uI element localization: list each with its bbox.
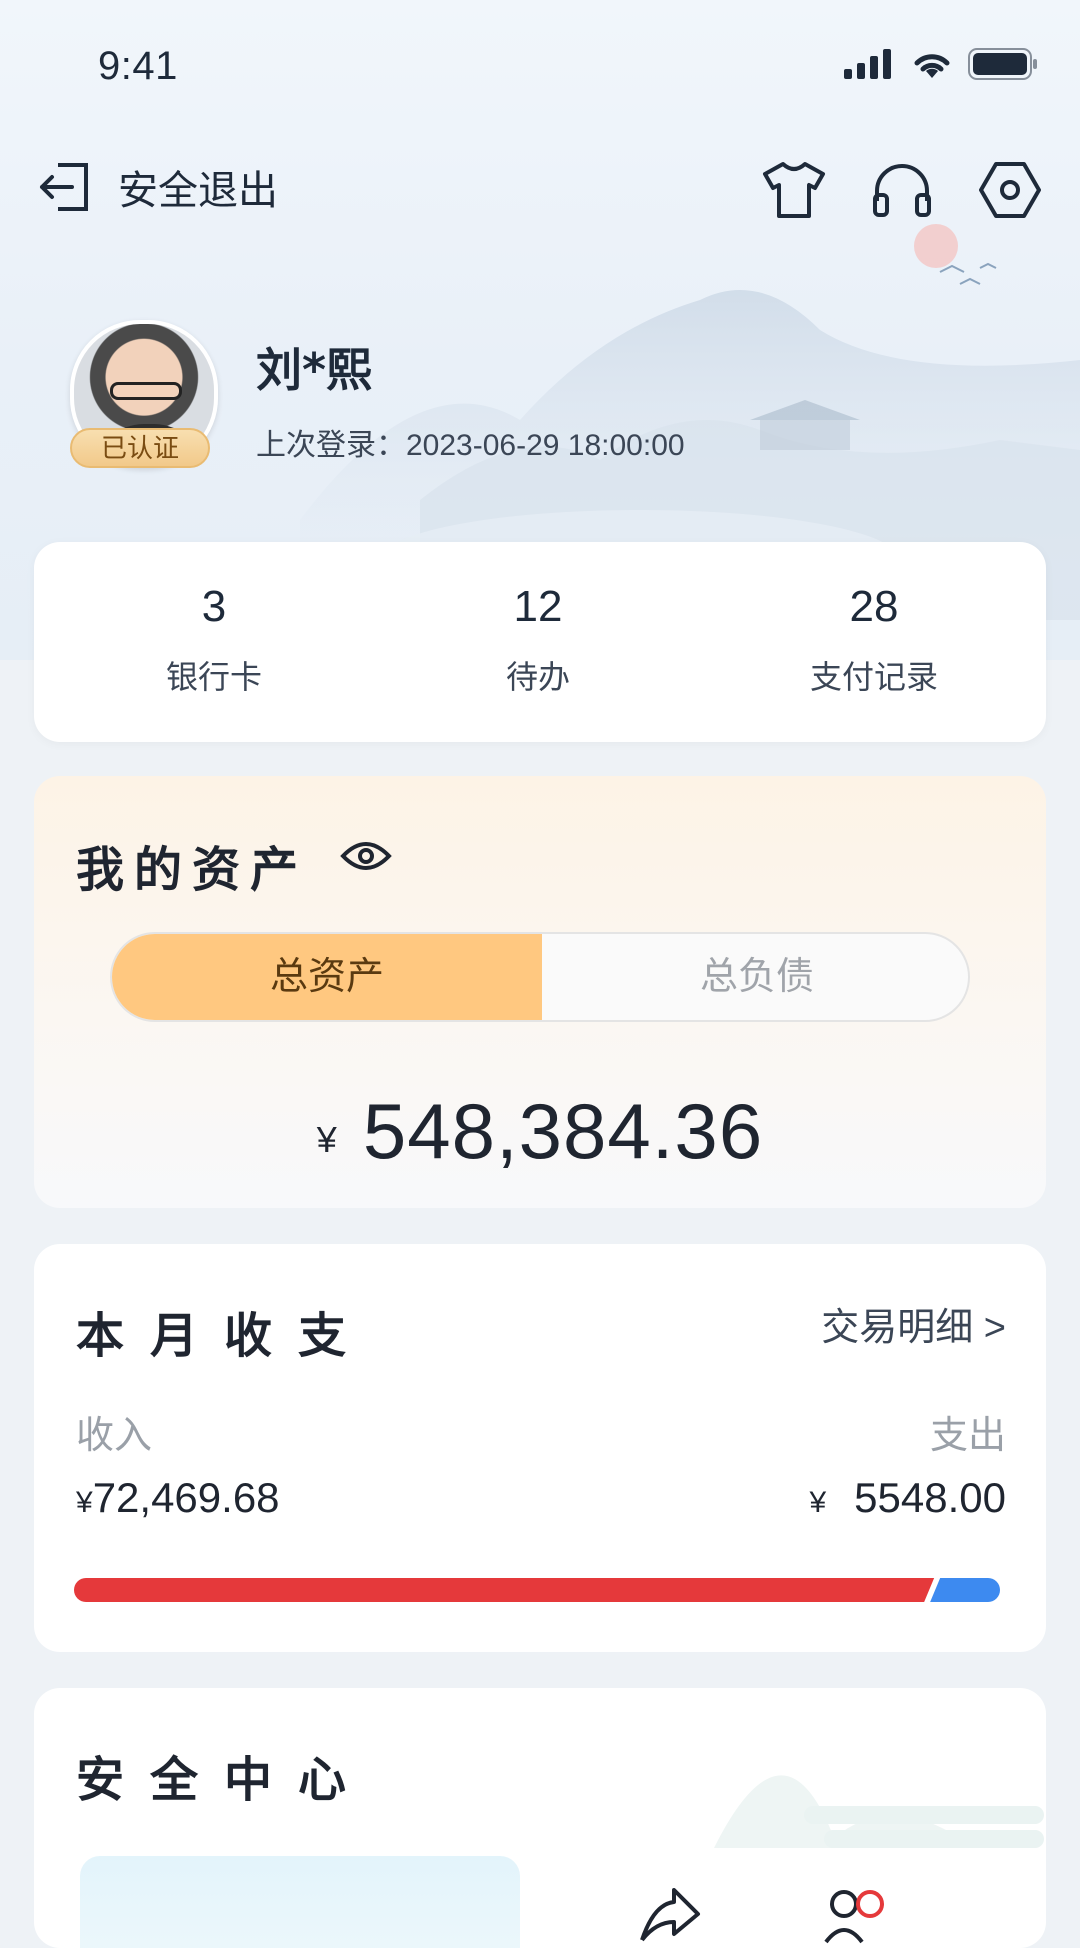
stats-card: 3 银行卡 12 待办 28 支付记录	[34, 542, 1046, 742]
top-nav: 安全退出	[0, 148, 1080, 228]
eye-icon[interactable]	[340, 838, 392, 874]
users-icon[interactable]	[822, 1884, 892, 1944]
income-value: ¥72,469.68	[76, 1474, 280, 1522]
stat-label: 支付记录	[809, 659, 938, 695]
stat-label: 银行卡	[165, 659, 262, 695]
tab-total-assets[interactable]: 总资产	[112, 934, 542, 1020]
expense-label: 支出	[929, 1415, 1006, 1457]
transaction-detail-link[interactable]: 交易明细 >	[821, 1296, 1006, 1351]
nav-actions	[760, 156, 1044, 224]
income-label: 收入	[76, 1415, 153, 1457]
headphones-icon	[873, 164, 931, 217]
tshirt-icon	[763, 162, 825, 218]
share-icon[interactable]	[634, 1884, 704, 1944]
security-decoration	[714, 1775, 1044, 1848]
stat-label: 待办	[505, 659, 570, 695]
expense-value: ¥5548.00	[809, 1474, 1006, 1522]
assets-card: 我的资产 总资产 总负债 ¥548,384.36	[34, 776, 1046, 1208]
income-expense-bar	[74, 1578, 1000, 1602]
tshirt-button[interactable]	[760, 156, 828, 224]
stat-bank-cards[interactable]: 3 银行卡	[114, 582, 314, 698]
avatar-glasses	[110, 382, 182, 400]
assets-value: 548,384.36	[362, 1087, 764, 1175]
expense-amount: 5548.00	[854, 1474, 1006, 1521]
last-login: 上次登录：2023-06-29 18:00:00	[256, 429, 685, 462]
profile-header: 已认证 刘*熙 上次登录：2023-06-29 18:00:00	[70, 320, 1020, 470]
income-bar-segment	[74, 1578, 935, 1602]
expense-bar-segment	[930, 1578, 1000, 1602]
status-bar: 9:41	[0, 0, 1080, 130]
signal-icon	[844, 49, 891, 79]
verified-badge: 已认证	[70, 428, 210, 468]
stat-value: 12	[513, 582, 563, 631]
status-time: 9:41	[98, 44, 178, 88]
settings-button[interactable]	[976, 156, 1044, 224]
exit-button[interactable]: 安全退出	[36, 158, 278, 216]
stat-payment-records[interactable]: 28 支付记录	[774, 582, 974, 698]
security-card: 安全中心	[34, 1688, 1046, 1948]
status-icons	[844, 48, 1038, 80]
monthly-card: 本月收支 交易明细 > 收入 支出 ¥72,469.68 ¥5548.00	[34, 1244, 1046, 1652]
income-amount: 72,469.68	[92, 1474, 280, 1521]
assets-amount: ¥548,384.36	[34, 1086, 1046, 1177]
support-button[interactable]	[868, 156, 936, 224]
exit-label: 安全退出	[118, 169, 278, 213]
wifi-icon	[914, 54, 950, 78]
user-name: 刘*熙	[256, 343, 373, 397]
stat-value: 3	[201, 582, 227, 631]
stat-todo[interactable]: 12 待办	[438, 582, 638, 698]
security-icons	[634, 1884, 892, 1944]
security-title: 安全中心	[76, 1752, 373, 1808]
security-feature-tile[interactable]	[80, 1856, 520, 1948]
currency-symbol: ¥	[316, 1118, 337, 1160]
monthly-title: 本月收支	[76, 1308, 373, 1364]
tab-total-liabilities[interactable]: 总负债	[542, 934, 968, 1020]
stat-value: 28	[849, 582, 899, 631]
expense-currency: ¥	[809, 1486, 827, 1519]
assets-title: 我的资产	[76, 842, 309, 898]
logout-icon	[40, 163, 88, 211]
income-currency: ¥	[76, 1486, 93, 1519]
settings-icon	[979, 162, 1041, 218]
battery-icon	[968, 48, 1037, 80]
assets-segmented-control: 总资产 总负债	[110, 932, 970, 1022]
